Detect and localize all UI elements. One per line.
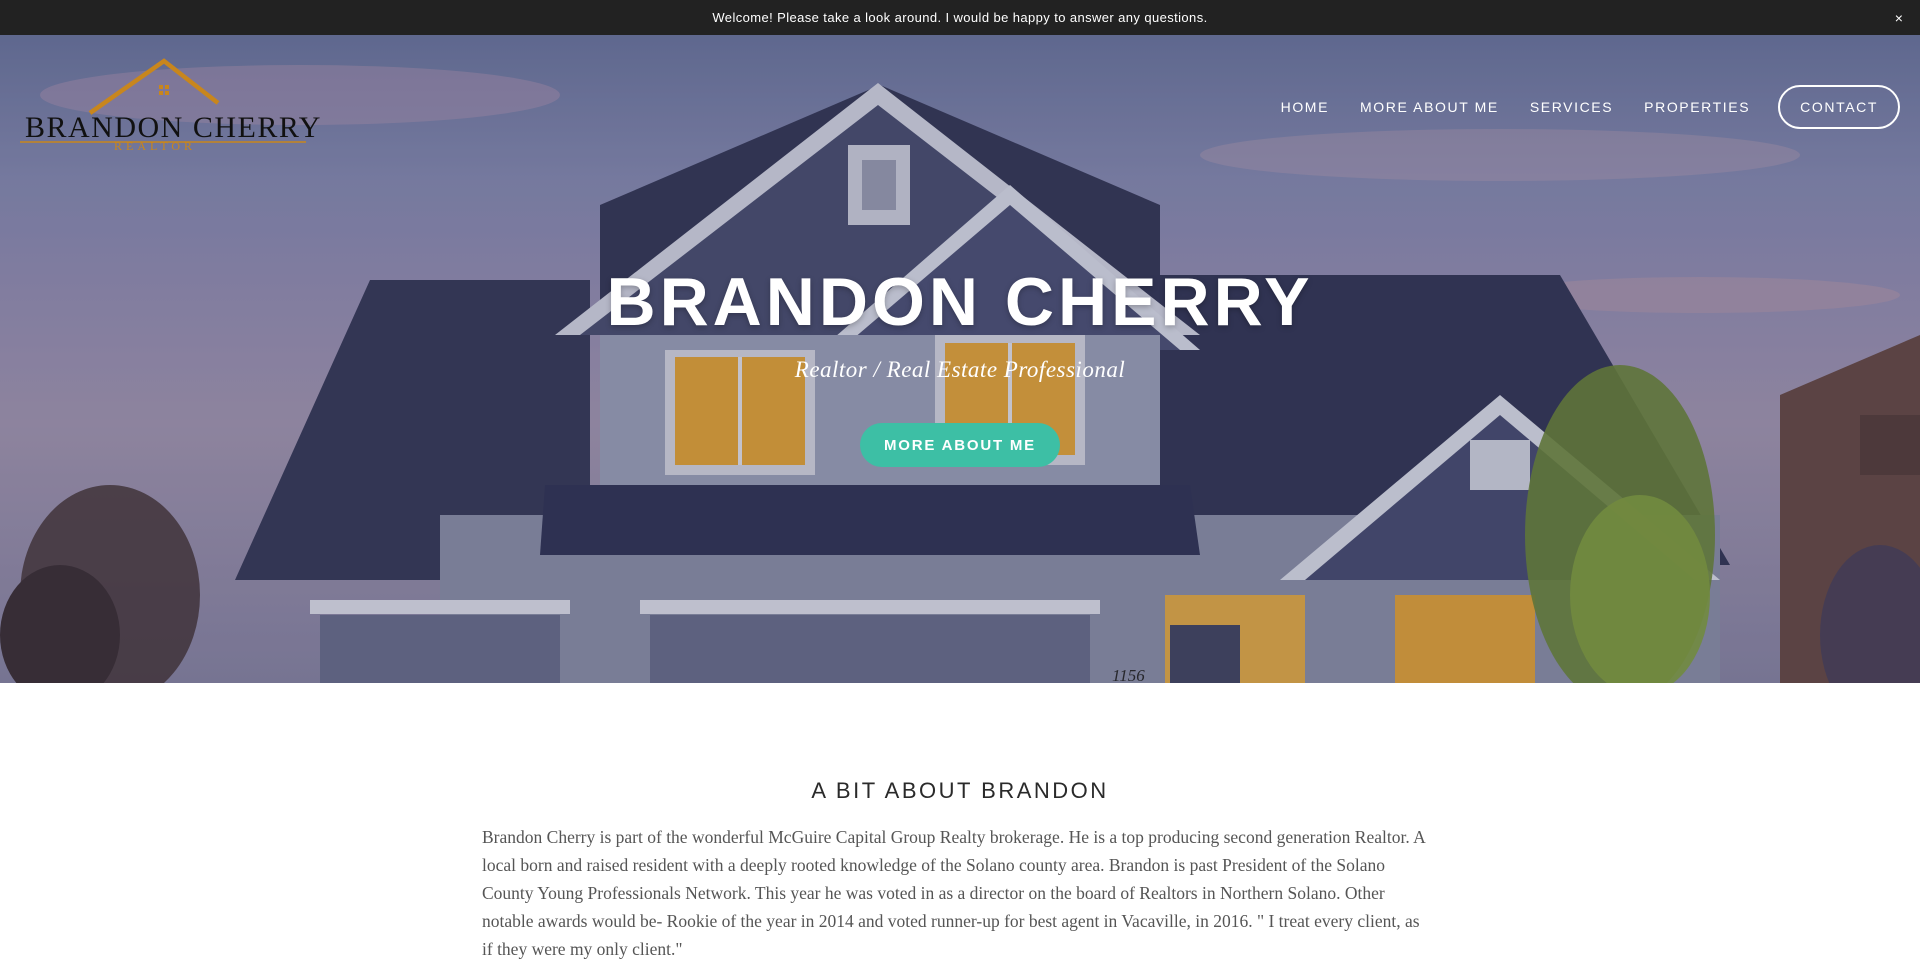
announcement-text: Welcome! Please take a look around. I wo… [712,10,1208,25]
nav-home[interactable]: HOME [1281,99,1329,115]
more-about-me-button[interactable]: MORE ABOUT ME [860,423,1060,467]
nav-contact-button[interactable]: CONTACT [1778,85,1900,129]
close-icon[interactable]: × [1890,9,1908,27]
nav-services[interactable]: SERVICES [1530,99,1613,115]
logo-subtitle: REALTOR [114,139,197,153]
nav-properties[interactable]: PROPERTIES [1644,99,1750,115]
hero-subtitle: Realtor / Real Estate Professional [794,357,1126,382]
hero-banner: 1156 BRANDON CHERRY REALTOR HOME MORE AB… [0,35,1920,683]
about-heading: A BIT ABOUT BRANDON [811,778,1109,803]
hero-title: BRANDON CHERRY [606,264,1314,340]
nav-more-about-me[interactable]: MORE ABOUT ME [1360,99,1499,115]
main-nav: HOME MORE ABOUT ME SERVICES PROPERTIES C… [1250,84,1900,130]
about-paragraph: Brandon Cherry is part of the wonderful … [482,827,1425,959]
logo[interactable]: BRANDON CHERRY REALTOR [18,55,320,155]
announcement-bar: Welcome! Please take a look around. I wo… [0,0,1920,35]
